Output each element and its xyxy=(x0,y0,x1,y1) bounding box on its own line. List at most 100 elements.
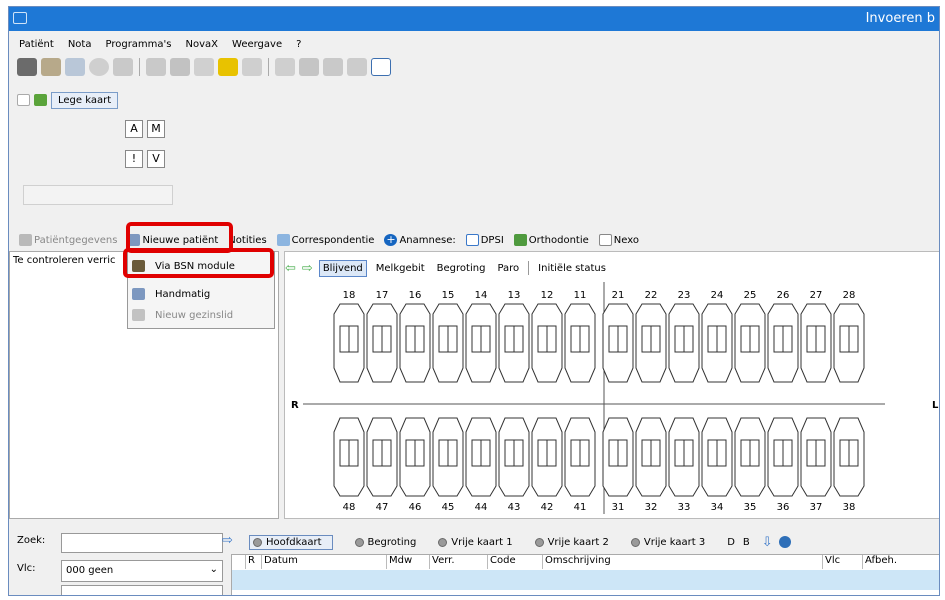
title-bar: Invoeren b xyxy=(9,7,939,31)
grid-col-verr: Verr. xyxy=(430,555,488,569)
instrument-icon[interactable] xyxy=(299,58,319,76)
mail-icon[interactable] xyxy=(194,58,214,76)
notities-label: Notities xyxy=(228,234,267,246)
grid-col-r: R xyxy=(246,555,262,569)
grid-col-datum: Datum xyxy=(262,555,387,569)
grid-col-afbeh: Afbeh. xyxy=(865,555,898,566)
menu-item-nieuw-gezinslid[interactable]: Nieuw gezinslid xyxy=(132,305,270,325)
sticker-icon[interactable] xyxy=(113,58,133,76)
table-row[interactable] xyxy=(232,570,939,590)
application-window: Invoeren b Patiënt Nota Programma's Nova… xyxy=(8,6,940,596)
eraser-icon[interactable] xyxy=(347,58,367,76)
zoek-label: Zoek: xyxy=(17,535,46,546)
nexo-button[interactable]: Nexo xyxy=(598,234,639,246)
binoculars-icon[interactable] xyxy=(17,58,37,76)
radio-dot xyxy=(630,537,640,547)
vlc-select[interactable]: 000 geen ⌄ xyxy=(61,560,223,582)
app-icon xyxy=(13,12,27,24)
menu-patient[interactable]: Patiënt xyxy=(19,39,54,50)
radio-dot xyxy=(438,537,448,547)
orthodontie-button[interactable]: Orthodontie xyxy=(513,234,589,246)
menu-weergave[interactable]: Weergave xyxy=(232,39,282,50)
patients-icon[interactable] xyxy=(41,58,61,76)
anamnese-button[interactable]: + Anamnese: xyxy=(384,233,456,246)
notities-button[interactable]: Notities xyxy=(228,235,266,246)
key-a-button[interactable]: A xyxy=(125,120,143,138)
globe-icon[interactable] xyxy=(778,536,791,548)
radio-label: Vrije kaart 1 xyxy=(451,536,513,548)
info-field xyxy=(23,185,173,205)
dental-chart: ⇦ ⇨ Blijvend Melkgebit Begroting Paro In… xyxy=(284,251,940,520)
lege-kaart-button[interactable]: Lege kaart xyxy=(51,91,119,109)
main-toolbar xyxy=(17,55,391,79)
highlight-via-bsn xyxy=(123,248,274,278)
dpsi-label: DPSI xyxy=(480,234,504,246)
radio-label: Vrije kaart 2 xyxy=(547,536,609,548)
verrichtingen-label: Te controleren verric xyxy=(13,255,116,266)
chevron-down-icon: ⌄ xyxy=(209,564,218,575)
menu-nota[interactable]: Nota xyxy=(68,39,92,50)
bottle-icon[interactable] xyxy=(146,58,166,76)
radio-dot xyxy=(534,537,544,547)
radiation-icon[interactable] xyxy=(218,58,238,76)
clock-icon[interactable] xyxy=(89,58,109,76)
radio-label: Hoofdkaart xyxy=(266,536,322,548)
radio-dot xyxy=(253,537,262,547)
b-button[interactable]: B xyxy=(743,537,750,548)
orthodontics-icon xyxy=(513,234,527,246)
menu-bar: Patiënt Nota Programma's NovaX Weergave … xyxy=(9,33,939,55)
key-exclamation-button[interactable]: ! xyxy=(125,150,143,168)
d-button[interactable]: D xyxy=(727,537,735,548)
patientgegevens-button[interactable]: Patiëntgegevens xyxy=(19,234,117,246)
checklist-icon[interactable] xyxy=(371,58,391,76)
calculator-icon[interactable] xyxy=(242,58,262,76)
flag-icon[interactable] xyxy=(34,94,47,106)
menu-novax[interactable]: NovaX xyxy=(186,39,219,50)
menu-programmas[interactable]: Programma's xyxy=(105,39,171,50)
radio-vrije-kaart-1[interactable]: Vrije kaart 1 xyxy=(438,536,513,548)
anamnese-label: Anamnese: xyxy=(399,234,456,246)
zoek-input[interactable] xyxy=(61,533,223,553)
agenda-icon[interactable] xyxy=(65,58,85,76)
key-v-button[interactable]: V xyxy=(147,150,165,168)
radio-vrije-kaart-2[interactable]: Vrije kaart 2 xyxy=(534,536,609,548)
new-patient-icon xyxy=(132,288,145,300)
nexo-icon xyxy=(598,234,612,246)
radio-dot xyxy=(354,537,364,547)
tools-icon[interactable] xyxy=(323,58,343,76)
toolbar-separator xyxy=(268,58,269,76)
extra-input[interactable] xyxy=(61,585,223,595)
plus-circle-icon: + xyxy=(384,233,398,246)
new-document-icon[interactable] xyxy=(17,94,30,106)
teeth-drawing[interactable] xyxy=(285,252,940,520)
grid-col-vlc: Vlc xyxy=(823,555,863,569)
menu-help[interactable]: ? xyxy=(296,39,301,50)
patientgegevens-label: Patiëntgegevens xyxy=(34,234,118,246)
vlc-label: Vlc: xyxy=(17,563,36,574)
dpsi-button[interactable]: DPSI xyxy=(465,234,504,246)
menu-item-label: Handmatig xyxy=(155,288,211,300)
pencil-icon[interactable] xyxy=(170,58,190,76)
correspondence-icon xyxy=(276,234,290,246)
grid-col-omschrijving: Omschrijving xyxy=(543,555,823,569)
arrow-down-icon[interactable]: ⇩ xyxy=(762,535,773,550)
arrow-right-icon[interactable]: ⇨ xyxy=(222,533,233,548)
menu-item-label: Nieuw gezinslid xyxy=(155,309,234,321)
correspondentie-button[interactable]: Correspondentie xyxy=(276,234,375,246)
correspondentie-label: Correspondentie xyxy=(291,234,375,246)
left-side-label: L xyxy=(932,400,939,411)
menu-item-handmatig[interactable]: Handmatig xyxy=(132,284,270,304)
verrichtingen-grid[interactable]: R Datum Mdw Verr. Code Omschrijving Vlc … xyxy=(231,554,939,595)
radio-hoofdkaart[interactable]: Hoofdkaart xyxy=(249,534,333,550)
card-radio-group: Hoofdkaart Begroting Vrije kaart 1 Vrije… xyxy=(249,533,791,551)
tooth-icon[interactable] xyxy=(275,58,295,76)
radio-vrije-kaart-3[interactable]: Vrije kaart 3 xyxy=(630,536,706,548)
radio-label: Vrije kaart 3 xyxy=(643,536,706,548)
grid-col-blank xyxy=(232,555,246,569)
radio-begroting[interactable]: Begroting xyxy=(354,536,417,548)
window-title: Invoeren b xyxy=(865,11,935,26)
key-m-button[interactable]: M xyxy=(147,120,165,138)
radio-label: Begroting xyxy=(367,536,417,548)
toolbar-separator xyxy=(139,58,140,76)
grid-col-mdw: Mdw xyxy=(387,555,430,569)
